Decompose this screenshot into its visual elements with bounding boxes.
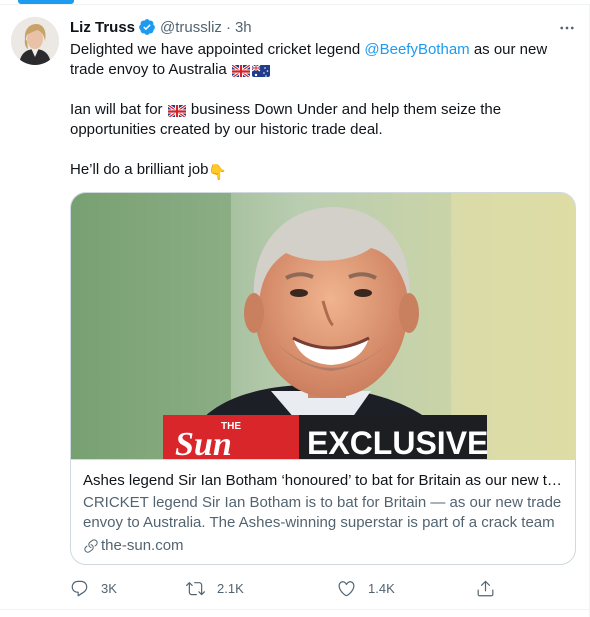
heart-icon <box>338 580 355 596</box>
avatar[interactable] <box>11 17 59 65</box>
tweet-timestamp[interactable]: 3h <box>235 19 252 36</box>
reply-count: 3K <box>101 580 117 596</box>
card-title: Ashes legend Sir Ian Botham ‘honoured’ t… <box>83 472 565 489</box>
share-button[interactable] <box>476 577 507 599</box>
link-preview-card[interactable]: THE Sun EXCLUSIVE Ashes legend Sir Ian B… <box>70 192 576 565</box>
retweet-icon <box>186 581 205 595</box>
tweet-paragraph-2: Ian will bat for business Down Under and… <box>70 100 550 140</box>
card-domain: the-sun.com <box>83 536 565 556</box>
tweet-header: Liz Truss @trussliz · 3h <box>70 17 252 37</box>
card-description: CRICKET legend Sir Ian Botham is to bat … <box>83 494 562 531</box>
uk-flag-icon <box>167 104 186 117</box>
tweet-text-segment: Ian will bat for <box>70 101 167 118</box>
meta-separator: · <box>225 18 231 36</box>
avatar-photo <box>11 17 59 65</box>
author-handle[interactable]: @trussliz <box>160 19 222 36</box>
like-count: 1.4K <box>368 580 395 596</box>
mention-link[interactable]: @BeefyBotham <box>364 41 469 58</box>
verified-badge-icon <box>139 19 155 35</box>
more-horizontal-icon <box>560 26 574 30</box>
retweet-button[interactable]: 2.1K <box>186 577 244 599</box>
share-icon <box>477 580 494 596</box>
retweet-count: 2.1K <box>217 580 244 596</box>
link-icon <box>84 539 98 553</box>
reply-icon <box>71 580 88 596</box>
tweet-text-segment: Delighted we have appointed cricket lege… <box>70 41 365 58</box>
tweet-paragraph-1: Delighted we have appointed cricket lege… <box>70 40 550 80</box>
like-button[interactable]: 1.4K <box>337 577 395 599</box>
author-name[interactable]: Liz Truss <box>70 19 135 36</box>
banner-brand-text: Sun <box>175 426 232 459</box>
pointing-down-emoji-icon: 👇 <box>208 164 228 181</box>
tweet-paragraph-3: He’ll do a brilliant job👇 <box>70 160 550 183</box>
banner-exclusive-text: EXCLUSIVE <box>307 425 488 459</box>
card-text: Ashes legend Sir Ian Botham ‘honoured’ t… <box>71 459 575 556</box>
tweet-text: Delighted we have appointed cricket lege… <box>70 40 550 183</box>
tweet-actions: 3K 2.1K 1.4K <box>58 577 518 599</box>
uk-flag-icon <box>231 64 250 77</box>
card-domain-text[interactable]: the-sun.com <box>101 536 184 556</box>
top-divider <box>0 4 590 5</box>
australia-flag-icon <box>251 64 270 77</box>
card-image: THE Sun EXCLUSIVE <box>71 193 575 459</box>
tweet-text-segment: He’ll do a brilliant job <box>70 161 209 178</box>
reply-button[interactable]: 3K <box>70 577 117 599</box>
bottom-divider <box>0 609 590 610</box>
more-options-button[interactable] <box>556 18 578 38</box>
article-photo: THE Sun EXCLUSIVE <box>71 193 575 459</box>
